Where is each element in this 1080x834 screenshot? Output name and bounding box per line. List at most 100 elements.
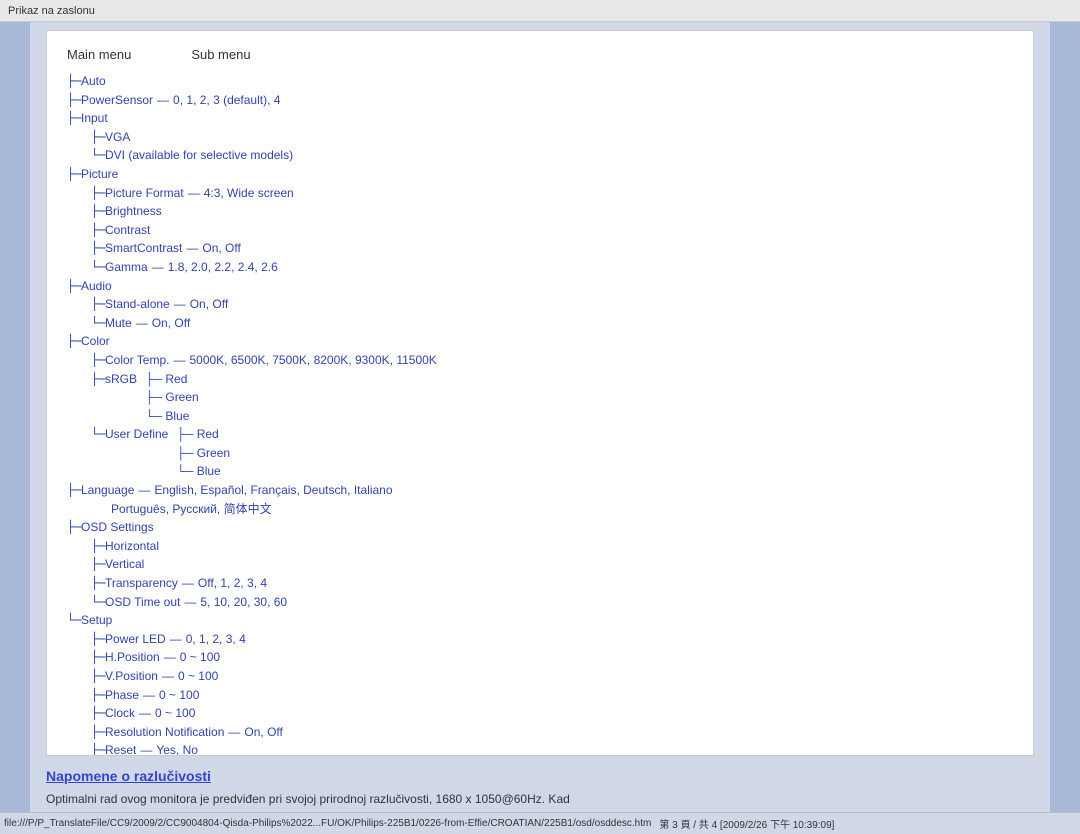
sidebar-right: [1050, 22, 1080, 812]
standalone-label: Stand-alone: [105, 295, 170, 314]
phase-label: Phase: [105, 686, 139, 705]
auto-label: Auto: [81, 72, 106, 91]
osd-timeout-row: └─ OSD Time out — 5, 10, 20, 30, 60: [67, 593, 1013, 612]
auto-row: ├─ Auto: [67, 72, 1013, 91]
osd-settings-row: ├─ OSD Settings: [67, 518, 1013, 537]
picture-format-values: 4:3, Wide screen: [204, 184, 294, 203]
standalone-row: ├─ Stand-alone — On, Off: [67, 295, 1013, 314]
resolution-notification-row: ├─ Resolution Notification — On, Off: [67, 723, 1013, 742]
top-bar-label: Prikaz na zaslonu: [8, 5, 95, 17]
powersensor-row: ├─ PowerSensor — 0, 1, 2, 3 (default), 4: [67, 91, 1013, 110]
gamma-label: Gamma: [105, 258, 148, 277]
dvi-label: DVI (available for selective models): [105, 146, 293, 165]
clock-row: ├─ Clock — 0 ~ 100: [67, 704, 1013, 723]
srgb-sub: ├─ Red ├─ Green └─ Blue: [137, 370, 199, 426]
header-main-menu: Main menu: [67, 47, 131, 62]
notes-text: Optimalni rad ovog monitora je predviđen…: [46, 790, 1034, 808]
sidebar-left: [0, 22, 30, 812]
language-label: Language: [81, 481, 134, 500]
srgb-label: sRGB: [105, 370, 137, 389]
phase-values: 0 ~ 100: [159, 686, 199, 705]
userdefine-label: User Define: [105, 425, 168, 444]
resolution-notification-values: On, Off: [244, 723, 282, 742]
audio-row: ├─ Audio: [67, 277, 1013, 296]
userdefine-sub: ├─ Red ├─ Green └─ Blue: [168, 425, 230, 481]
powerled-label: Power LED: [105, 630, 166, 649]
header-row: Main menu Sub menu: [67, 47, 1013, 62]
standalone-values: On, Off: [190, 295, 228, 314]
contrast-row: ├─ Contrast: [67, 221, 1013, 240]
colortemp-row: ├─ Color Temp. — 5000K, 6500K, 7500K, 82…: [67, 351, 1013, 370]
vertical-row: ├─ Vertical: [67, 555, 1013, 574]
setup-label: Setup: [81, 611, 112, 630]
input-row: ├─ Input: [67, 109, 1013, 128]
powersensor-values: 0, 1, 2, 3 (default), 4: [173, 91, 280, 110]
mute-values: On, Off: [152, 314, 190, 333]
picture-label: Picture: [81, 165, 118, 184]
input-label: Input: [81, 109, 108, 128]
osd-timeout-values: 5, 10, 20, 30, 60: [200, 593, 287, 612]
language-extra: Português, Русский, 简体中文: [111, 500, 272, 519]
smartcontrast-label: SmartContrast: [105, 239, 182, 258]
userdefine-row: └─ User Define ├─ Red ├─ Green └─ Blue: [67, 425, 1013, 481]
horizontal-row: ├─ Horizontal: [67, 537, 1013, 556]
vposition-row: ├─ V.Position — 0 ~ 100: [67, 667, 1013, 686]
horizontal-label: Horizontal: [105, 537, 159, 556]
notes-title[interactable]: Napomene o razlučivosti: [46, 768, 1034, 784]
powersensor-label: PowerSensor: [81, 91, 153, 110]
color-row: ├─ Color: [67, 332, 1013, 351]
picture-row: ├─ Picture: [67, 165, 1013, 184]
osd-timeout-label: OSD Time out: [105, 593, 180, 612]
picture-format-label: Picture Format: [105, 184, 184, 203]
transparency-values: Off, 1, 2, 3, 4: [198, 574, 267, 593]
color-label: Color: [81, 332, 110, 351]
page-area[interactable]: Main menu Sub menu ├─ Auto ├─ PowerSenso…: [46, 30, 1034, 756]
phase-row: ├─ Phase — 0 ~ 100: [67, 686, 1013, 705]
bottom-bar: file:///P/P_TranslateFile/CC9/2009/2/CC9…: [0, 812, 1080, 834]
powerled-values: 0, 1, 2, 3, 4: [186, 630, 246, 649]
srgb-row: ├─ sRGB ├─ Red ├─ Green └─ Blue: [67, 370, 1013, 426]
colortemp-values: 5000K, 6500K, 7500K, 8200K, 9300K, 11500…: [189, 351, 436, 370]
reset-row: ├─ Reset — Yes, No: [67, 741, 1013, 756]
bottom-bar-info: 第 3 頁 / 共 4 [2009/2/26 下午 10:39:09]: [659, 816, 834, 831]
gamma-values: 1.8, 2.0, 2.2, 2.4, 2.6: [168, 258, 278, 277]
hposition-row: ├─ H.Position — 0 ~ 100: [67, 648, 1013, 667]
vga-row: ├─ VGA: [67, 128, 1013, 147]
language-values: English, Español, Français, Deutsch, Ita…: [154, 481, 392, 500]
transparency-row: ├─ Transparency — Off, 1, 2, 3, 4: [67, 574, 1013, 593]
vertical-label: Vertical: [105, 555, 144, 574]
colortemp-label: Color Temp.: [105, 351, 169, 370]
mute-label: Mute: [105, 314, 132, 333]
bottom-bar-url: file:///P/P_TranslateFile/CC9/2009/2/CC9…: [4, 818, 651, 829]
contrast-label: Contrast: [105, 221, 150, 240]
brightness-row: ├─ Brightness: [67, 202, 1013, 221]
vposition-values: 0 ~ 100: [178, 667, 218, 686]
transparency-label: Transparency: [105, 574, 178, 593]
reset-values: Yes, No: [156, 741, 198, 756]
header-sub-menu: Sub menu: [191, 47, 250, 62]
center-content: Main menu Sub menu ├─ Auto ├─ PowerSenso…: [30, 22, 1050, 812]
hposition-label: H.Position: [105, 648, 160, 667]
gamma-row: └─ Gamma — 1.8, 2.0, 2.2, 2.4, 2.6: [67, 258, 1013, 277]
vposition-label: V.Position: [105, 667, 158, 686]
powerled-row: ├─ Power LED — 0, 1, 2, 3, 4: [67, 630, 1013, 649]
clock-label: Clock: [105, 704, 135, 723]
reset-label: Reset: [105, 741, 136, 756]
hposition-values: 0 ~ 100: [180, 648, 220, 667]
setup-row: └─ Setup: [67, 611, 1013, 630]
top-bar: Prikaz na zaslonu: [0, 0, 1080, 22]
smartcontrast-values: On, Off: [202, 239, 240, 258]
notes-section: Napomene o razlučivosti Optimalni rad ov…: [30, 760, 1050, 812]
smartcontrast-row: ├─ SmartContrast — On, Off: [67, 239, 1013, 258]
vga-label: VGA: [105, 128, 130, 147]
osd-settings-label: OSD Settings: [81, 518, 154, 537]
resolution-notification-label: Resolution Notification: [105, 723, 224, 742]
menu-tree: ├─ Auto ├─ PowerSensor — 0, 1, 2, 3 (def…: [67, 72, 1013, 756]
audio-label: Audio: [81, 277, 112, 296]
clock-values: 0 ~ 100: [155, 704, 195, 723]
mute-row: └─ Mute — On, Off: [67, 314, 1013, 333]
picture-format-row: ├─ Picture Format — 4:3, Wide screen: [67, 184, 1013, 203]
main-layout: Main menu Sub menu ├─ Auto ├─ PowerSenso…: [0, 22, 1080, 812]
dvi-row: └─ DVI (available for selective models): [67, 146, 1013, 165]
brightness-label: Brightness: [105, 202, 162, 221]
